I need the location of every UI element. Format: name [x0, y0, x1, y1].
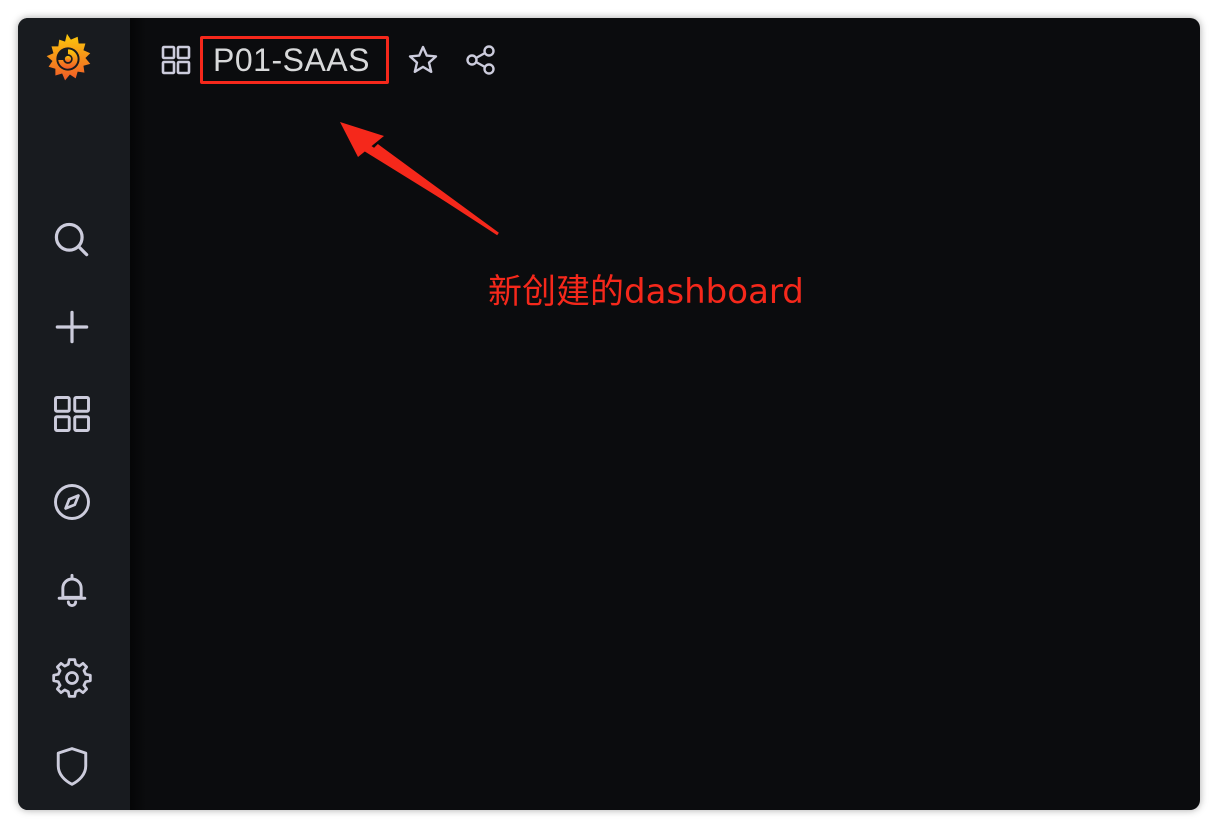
plus-icon[interactable]: [48, 303, 96, 351]
sidebar-divider: [130, 18, 146, 810]
search-icon[interactable]: [48, 216, 96, 264]
sidebar: [18, 18, 130, 810]
gear-icon[interactable]: [48, 654, 96, 702]
annotation-label: 新创建的dashboard: [488, 272, 804, 312]
dashboard-title[interactable]: P01-SAAS: [213, 42, 370, 79]
dashboards-icon[interactable]: [48, 390, 96, 438]
compass-icon[interactable]: [48, 478, 96, 526]
grafana-logo-icon[interactable]: [36, 28, 98, 90]
share-icon[interactable]: [461, 40, 501, 80]
annotation-arrow: [340, 122, 499, 236]
dashboard-title-highlight: P01-SAAS: [200, 36, 389, 84]
dashboard-grid-icon[interactable]: [158, 42, 194, 78]
app-window: P01-SAAS 新创建的dashboard: [18, 18, 1200, 810]
star-icon[interactable]: [403, 40, 443, 80]
dashboard-header: P01-SAAS: [158, 36, 501, 84]
bell-icon[interactable]: [48, 566, 96, 614]
shield-icon[interactable]: [48, 742, 96, 790]
